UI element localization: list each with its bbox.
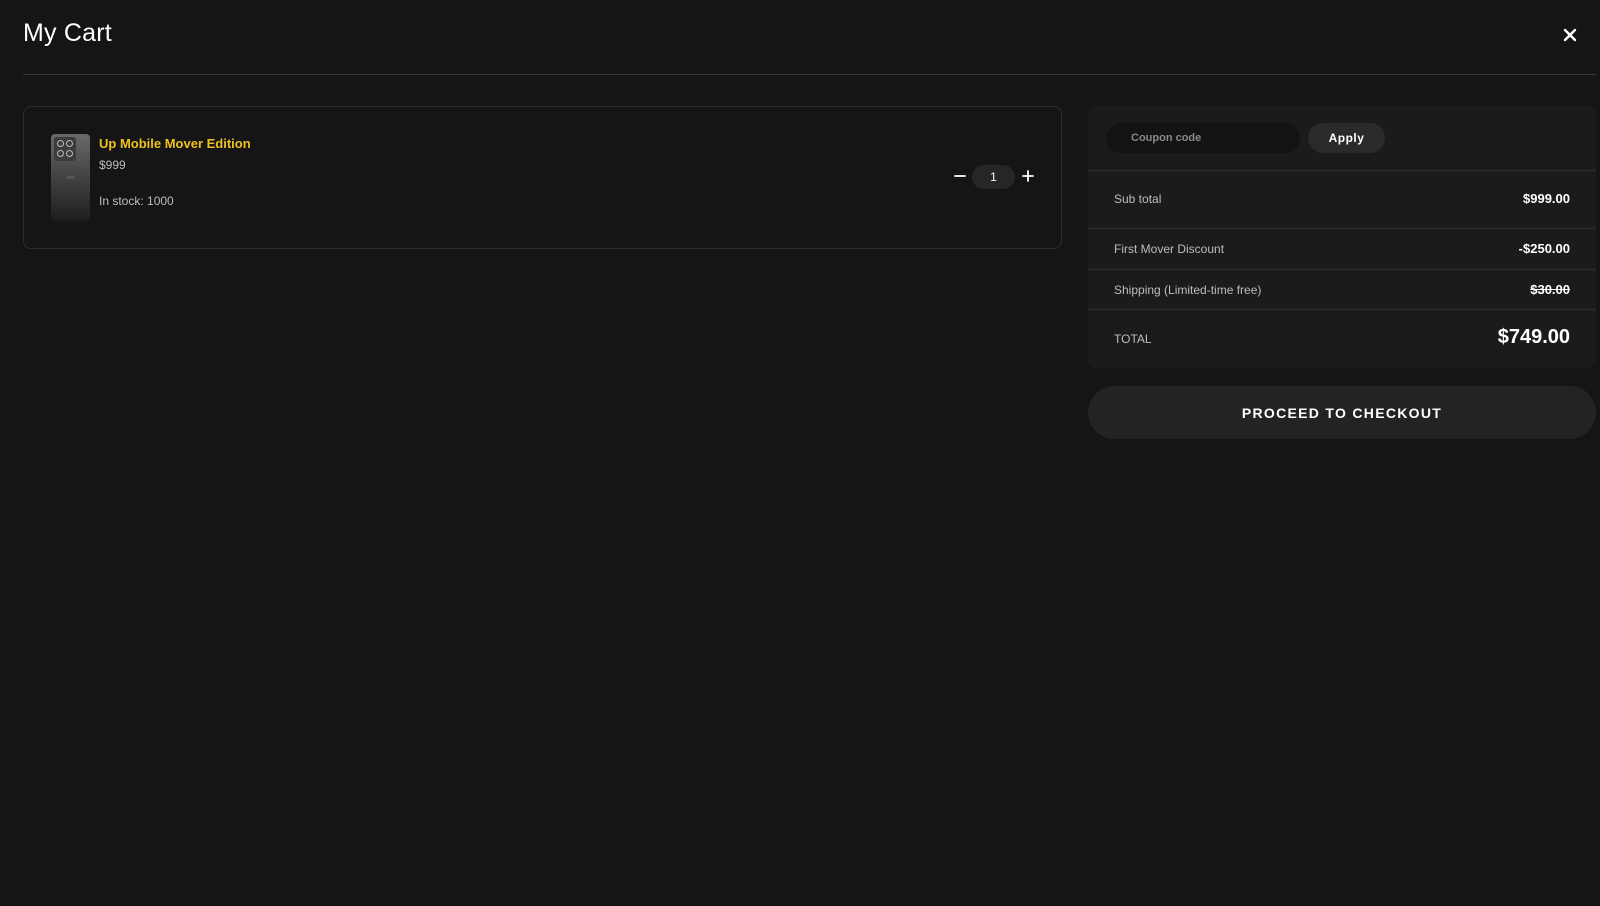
minus-icon — [954, 175, 966, 177]
phone-logo — [66, 176, 75, 179]
increase-quantity-button[interactable] — [1019, 166, 1037, 186]
close-button[interactable] — [1558, 23, 1582, 47]
cart-item: Up Mobile Mover Edition $999 In stock: 1… — [23, 106, 1062, 249]
decrease-quantity-button[interactable] — [951, 166, 969, 186]
product-stock: In stock: 1000 — [99, 194, 174, 208]
camera-lens — [57, 140, 64, 147]
camera-lens — [66, 140, 73, 147]
total-value: $749.00 — [1497, 326, 1570, 348]
camera-module — [54, 137, 76, 161]
total-row: TOTAL $749.00 — [1088, 309, 1596, 368]
camera-lens — [66, 150, 73, 157]
close-icon — [1563, 28, 1577, 42]
discount-value: -$250.00 — [1518, 241, 1570, 256]
subtotal-label: Sub total — [1114, 192, 1162, 206]
phone-product-image[interactable] — [51, 134, 90, 221]
product-price: $999 — [99, 158, 126, 172]
shipping-row: Shipping (Limited-time free) $30.00 — [1088, 269, 1596, 309]
cart-header: My Cart — [23, 0, 1596, 75]
subtotal-row: Sub total $999.00 — [1088, 170, 1596, 228]
shipping-value: $30.00 — [1530, 282, 1570, 297]
camera-lens — [57, 150, 64, 157]
shipping-label: Shipping (Limited-time free) — [1114, 283, 1262, 297]
page-title: My Cart — [23, 19, 112, 47]
product-name-link[interactable]: Up Mobile Mover Edition — [99, 136, 251, 151]
plus-icon — [1022, 170, 1034, 182]
order-summary: Apply Sub total $999.00 First Mover Disc… — [1088, 106, 1596, 368]
proceed-to-checkout-button[interactable]: PROCEED TO CHECKOUT — [1088, 386, 1596, 439]
discount-label: First Mover Discount — [1114, 242, 1225, 256]
total-label: TOTAL — [1114, 332, 1152, 346]
discount-row: First Mover Discount -$250.00 — [1088, 228, 1596, 269]
coupon-code-input[interactable] — [1106, 123, 1300, 153]
quantity-input[interactable] — [972, 165, 1015, 189]
subtotal-value: $999.00 — [1523, 191, 1570, 206]
apply-coupon-button[interactable]: Apply — [1308, 123, 1385, 153]
